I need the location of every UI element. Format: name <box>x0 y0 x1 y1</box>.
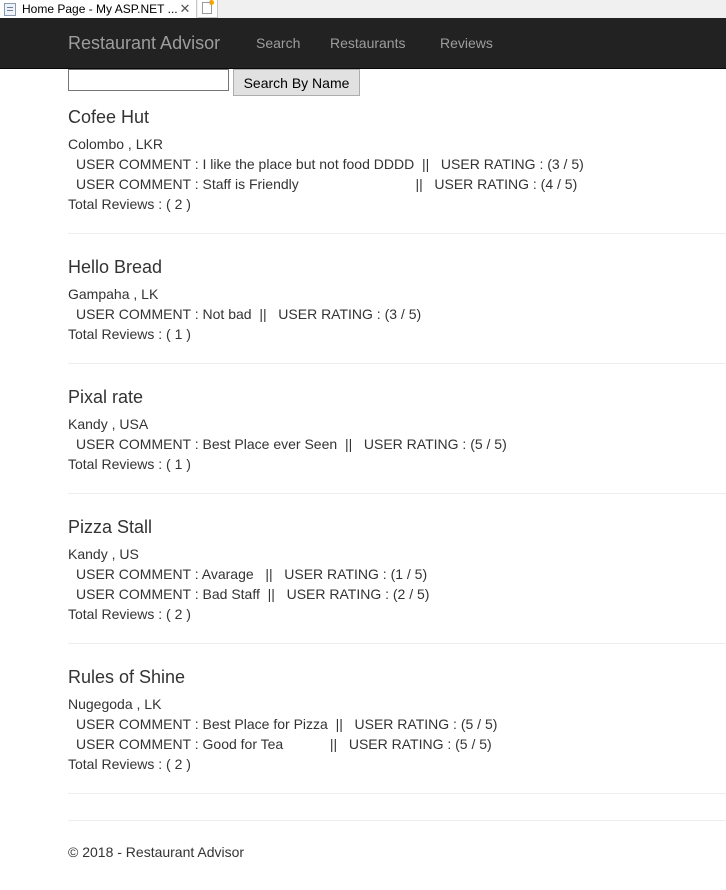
restaurant-name: Rules of Shine <box>68 667 186 687</box>
browser-tab-strip: Home Page - My ASP.NET ... ✕ <box>0 0 726 18</box>
restaurant-list: Cofee Hut Colombo , LKR USER COMMENT : I l… <box>68 104 726 804</box>
navbar-brand[interactable]: Restaurant Advisor <box>68 18 220 68</box>
restaurant-item: Pixal rate Kandy , USA USER COMMENT : Best… <box>68 384 726 494</box>
restaurant-item: Hello Bread Gampaha , LK USER COMMENT : No… <box>68 254 726 364</box>
total-reviews: Total Reviews : ( 2 ) <box>68 196 191 212</box>
review-line: USER COMMENT : Staff is Friendly || USER… <box>76 176 578 192</box>
restaurant-name: Pizza Stall <box>68 517 153 537</box>
restaurant-item: Rules of Shine Nugegoda , LK USER COMMENT … <box>68 664 726 794</box>
review-line: USER COMMENT : Good for Tea || USER RATI… <box>76 736 492 752</box>
total-reviews: Total Reviews : ( 2 ) <box>68 756 191 772</box>
browser-tab[interactable]: Home Page - My ASP.NET ... ✕ <box>0 0 197 18</box>
restaurant-name: Hello Bread <box>68 257 163 277</box>
restaurant-location: Nugegoda , LK <box>68 696 162 712</box>
nav-link-search[interactable]: Search <box>256 18 300 68</box>
total-reviews: Total Reviews : ( 2 ) <box>68 606 191 622</box>
restaurant-location: Gampaha , LK <box>68 286 159 302</box>
review-line: USER COMMENT : Best Place ever Seen || U… <box>76 436 507 452</box>
restaurant-location: Colombo , LKR <box>68 136 163 152</box>
nav-link-restaurants[interactable]: Restaurants <box>330 18 405 68</box>
restaurant-item: Pizza Stall Kandy , US USER COMMENT : Avar… <box>68 514 726 644</box>
review-line: USER COMMENT : Best Place for Pizza || U… <box>76 716 498 732</box>
review-line: USER COMMENT : Bad Staff || USER RATING … <box>76 586 430 602</box>
total-reviews: Total Reviews : ( 1 ) <box>68 326 191 342</box>
restaurant-location: Kandy , US <box>68 546 139 562</box>
navbar: Restaurant Advisor Search Restaurants Re… <box>0 18 726 69</box>
restaurant-location: Kandy , USA <box>68 416 149 432</box>
restaurant-item: Cofee Hut Colombo , LKR USER COMMENT : I l… <box>68 104 726 234</box>
close-icon[interactable]: ✕ <box>178 0 192 18</box>
review-line: USER COMMENT : Not bad || USER RATING : … <box>76 306 422 322</box>
new-tab-button[interactable] <box>198 0 218 18</box>
total-reviews: Total Reviews : ( 1 ) <box>68 456 191 472</box>
page-icon <box>4 2 16 16</box>
review-line: USER COMMENT : I like the place but not … <box>76 156 584 172</box>
browser-tab-title: Home Page - My ASP.NET ... <box>22 2 178 16</box>
review-line: USER COMMENT : Avarage || USER RATING : … <box>76 566 428 582</box>
search-input[interactable] <box>68 69 229 91</box>
restaurant-name: Pixal rate <box>68 387 144 407</box>
new-tab-icon <box>202 0 214 14</box>
nav-link-reviews[interactable]: Reviews <box>440 18 493 68</box>
restaurant-name: Cofee Hut <box>68 107 150 127</box>
footer-divider <box>68 820 726 821</box>
search-by-name-button[interactable]: Search By Name <box>233 69 360 96</box>
footer-copyright: © 2018 - Restaurant Advisor <box>68 844 245 860</box>
